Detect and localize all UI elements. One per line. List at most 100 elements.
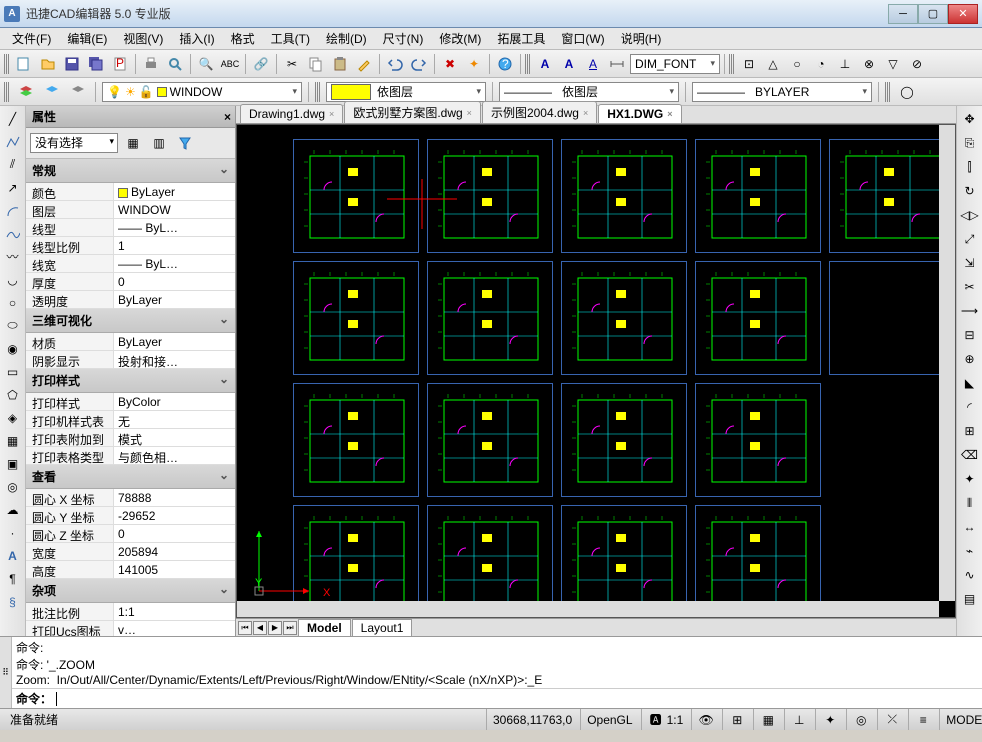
preview-icon[interactable] (164, 53, 186, 75)
minimize-button[interactable]: ─ (888, 4, 918, 24)
dimstyle-icon[interactable] (606, 53, 628, 75)
selection-combo[interactable]: 没有选择 (30, 133, 118, 153)
tab-prev-icon[interactable]: ◀ (253, 621, 267, 635)
hatch-icon[interactable]: ▦ (2, 430, 24, 451)
text-icon[interactable]: A (2, 545, 24, 566)
explode-icon[interactable]: ✦ (463, 53, 485, 75)
layer-combo[interactable]: 💡 ☀ 🔓 WINDOW (102, 82, 302, 102)
linetype-combo[interactable]: ————依图层 (499, 82, 679, 102)
spline-icon[interactable] (2, 223, 24, 244)
extend-icon[interactable]: ⟶ (959, 300, 981, 322)
menu-tools[interactable]: 工具(T) (265, 28, 316, 49)
layer-manager-icon[interactable] (15, 81, 37, 103)
layer-state-icon[interactable] (67, 81, 89, 103)
snap-perp-icon[interactable]: ⊥ (834, 53, 856, 75)
new-icon[interactable] (13, 53, 35, 75)
tab-close-icon[interactable]: × (329, 109, 334, 119)
menu-help[interactable]: 说明(H) (615, 28, 668, 49)
pickadd-icon[interactable]: ▥ (148, 132, 170, 154)
grid-icon[interactable]: ▦ (760, 712, 776, 728)
find-icon[interactable]: 🔍 (195, 53, 217, 75)
break-icon[interactable]: ⊟ (959, 324, 981, 346)
circle-icon[interactable]: ○ (2, 292, 24, 313)
array-icon[interactable]: ⊞ (959, 420, 981, 442)
undo-icon[interactable] (384, 53, 406, 75)
layer-prev-icon[interactable] (41, 81, 63, 103)
snap-tangent-icon[interactable]: ◔ (810, 53, 832, 75)
toolbar-grip[interactable] (4, 82, 9, 102)
snap-none-icon[interactable]: ⊘ (906, 53, 928, 75)
spell-icon[interactable]: ABC (219, 53, 241, 75)
cut-icon[interactable]: ✂ (281, 53, 303, 75)
section-general[interactable]: 常规 (26, 159, 235, 183)
align-icon[interactable]: ⫴ (959, 492, 981, 514)
menu-modify[interactable]: 修改(M) (433, 28, 487, 49)
point-icon[interactable]: · (2, 522, 24, 543)
toolbar-grip[interactable] (525, 54, 530, 74)
multiline-icon[interactable]: ⫽ (2, 154, 24, 175)
lengthen-icon[interactable]: ↔ (959, 516, 981, 538)
snap-center-icon[interactable]: ○ (786, 53, 808, 75)
otrack-icon[interactable]: ⤫ (884, 712, 900, 728)
snap-icon[interactable]: ⊞ (729, 712, 745, 728)
explode2-icon[interactable]: ✦ (959, 468, 981, 490)
osnap-icon[interactable]: ◎ (853, 712, 869, 728)
lineweight-combo[interactable]: ————BYLAYER (692, 82, 872, 102)
save-icon[interactable] (61, 53, 83, 75)
erase-icon[interactable]: ⌫ (959, 444, 981, 466)
menu-file[interactable]: 文件(F) (6, 28, 57, 49)
menu-ext[interactable]: 拓展工具 (491, 28, 551, 49)
polar-icon[interactable]: ✦ (822, 712, 838, 728)
fillet-icon[interactable]: ◜ (959, 396, 981, 418)
tab-last-icon[interactable]: ⏭ (283, 621, 297, 635)
scrollbar-vertical[interactable] (939, 125, 955, 601)
lwt-icon[interactable]: ≡ (915, 712, 931, 728)
tab-close-icon[interactable]: × (583, 108, 588, 118)
textcolor-icon[interactable]: A (582, 53, 604, 75)
mirror-icon[interactable]: ◁▷ (959, 204, 981, 226)
delete-icon[interactable]: ✖ (439, 53, 461, 75)
close-button[interactable]: ✕ (948, 4, 978, 24)
toolbar-grip[interactable] (729, 54, 734, 74)
snap-endpoint-icon[interactable]: ⊡ (738, 53, 760, 75)
join-icon[interactable]: ⊕ (959, 348, 981, 370)
chamfer-icon[interactable]: ◣ (959, 372, 981, 394)
trim-icon[interactable]: ✂ (959, 276, 981, 298)
rectangle-icon[interactable]: ▭ (2, 361, 24, 382)
tab-villa[interactable]: 欧式别墅方案图.dwg× (344, 101, 481, 123)
redo-icon[interactable] (408, 53, 430, 75)
offset-icon[interactable]: ⫿ (959, 156, 981, 178)
layout1-tab[interactable]: Layout1 (352, 619, 413, 637)
tab-sample2004[interactable]: 示例图2004.dwg× (482, 101, 597, 123)
freehand-icon[interactable]: 〰 (2, 246, 24, 267)
ellipse-icon[interactable]: ⬭ (2, 315, 24, 336)
ucs-icon[interactable]: ◯ (896, 81, 918, 103)
copy2-icon[interactable]: ⎘ (959, 132, 981, 154)
menu-dim[interactable]: 尺寸(N) (377, 28, 430, 49)
tab-hx1[interactable]: HX1.DWG× (598, 104, 681, 123)
boundary-icon[interactable]: ▣ (2, 453, 24, 474)
section-print[interactable]: 打印样式 (26, 369, 235, 393)
move-icon[interactable]: ✥ (959, 108, 981, 130)
status-mode[interactable]: MODE (939, 709, 982, 730)
tab-close-icon[interactable]: × (667, 109, 672, 119)
toolbar-grip[interactable] (885, 82, 890, 102)
stretch-icon[interactable]: ⇲ (959, 252, 981, 274)
quickselect-icon[interactable]: ▦ (122, 132, 144, 154)
cmd-grip[interactable]: ⠿ (0, 637, 12, 708)
help-icon[interactable]: ? (494, 53, 516, 75)
model-tab[interactable]: Model (298, 619, 351, 637)
filter-icon[interactable] (174, 132, 196, 154)
canvas[interactable]: /* drawn below via JS */ Y X (236, 124, 956, 618)
color-combo[interactable]: 依图层 (326, 82, 486, 102)
helix-icon[interactable]: § (2, 591, 24, 612)
section-misc[interactable]: 杂项 (26, 579, 235, 603)
panel-close-icon[interactable]: × (224, 110, 231, 124)
menu-edit[interactable]: 编辑(E) (61, 28, 113, 49)
wipeout-icon[interactable]: ◎ (2, 476, 24, 497)
ortho-icon[interactable]: ⊥ (791, 712, 807, 728)
revision-icon[interactable]: ☁ (2, 499, 24, 520)
command-input[interactable]: 命令： (12, 688, 982, 708)
toolbar-grip[interactable] (4, 54, 9, 74)
menu-format[interactable]: 格式 (225, 28, 261, 49)
